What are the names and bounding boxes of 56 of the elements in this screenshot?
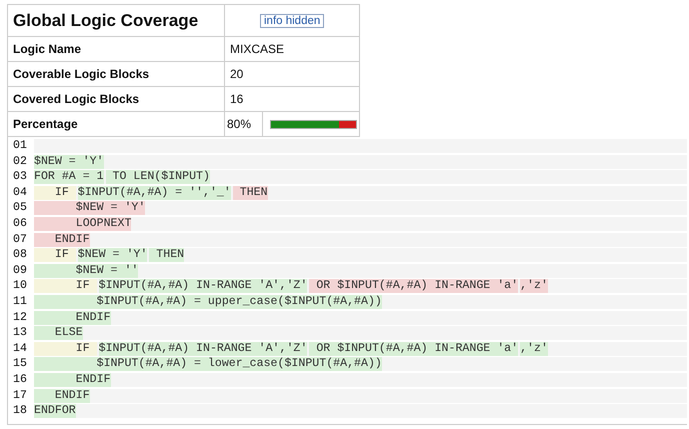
code-segment: $INPUT(#A,#A) = '','_' — [78, 186, 231, 200]
code-segment: IF — [34, 248, 76, 262]
info-button[interactable]: info hidden — [260, 14, 324, 28]
line-number: 02 — [13, 154, 28, 169]
code-segment: THEN — [149, 248, 184, 262]
field-value: 20 — [230, 67, 244, 81]
code-segment: $INPUT(#A,#A) = lower_case($INPUT(#A,#A)) — [34, 357, 382, 372]
code-segment: IF — [34, 279, 97, 294]
code-segment: ENDIF — [34, 232, 90, 247]
code-segment: LOOPNEXT — [34, 216, 132, 231]
code-segment: $NEW = 'Y' — [78, 248, 148, 262]
field-label: Covered Logic Blocks — [13, 92, 140, 106]
line-number: 01 — [13, 139, 28, 153]
line-number: 04 — [13, 186, 28, 200]
code-segment: ELSE — [34, 326, 83, 340]
code-segment: ENDIF — [34, 310, 111, 325]
code-segment: IF — [34, 186, 76, 200]
code-segment: $INPUT(#A,#A) = upper_case($INPUT(#A,#A)) — [34, 294, 382, 309]
code-segment: TO LEN($INPUT) — [106, 170, 210, 184]
field-label: Logic Name — [13, 42, 82, 56]
code-segment: ENDIF — [34, 388, 90, 402]
code-segment: FOR #A = 1 — [34, 170, 104, 184]
code-segment: $NEW = 'Y' — [34, 154, 104, 169]
line-number: 14 — [13, 342, 28, 356]
code-segment: OR $INPUT(#A,#A) IN-RANGE 'a' — [309, 342, 518, 356]
code-segment: ,'z' — [520, 342, 548, 356]
line-number: 15 — [13, 357, 28, 372]
line-number: 18 — [13, 404, 28, 418]
code-segment: ENDFOR — [34, 404, 76, 418]
code-segment: $INPUT(#A,#A) IN-RANGE 'A','Z' — [98, 342, 308, 356]
percentage-value: 80% — [227, 117, 252, 131]
line-number: 13 — [13, 326, 28, 340]
field-label: Coverable Logic Blocks — [13, 67, 150, 81]
code-segment: ENDIF — [34, 372, 111, 387]
report-title: Global Logic Coverage — [13, 10, 198, 30]
line-number: 08 — [13, 248, 28, 262]
line-number: 05 — [13, 201, 28, 216]
code-segment: THEN — [232, 186, 268, 200]
line-number: 10 — [13, 279, 28, 294]
code-segment: OR $INPUT(#A,#A) IN-RANGE 'a' — [309, 279, 518, 294]
line-number: 06 — [13, 216, 28, 231]
code-segment: IF — [34, 342, 97, 356]
field-value: MIXCASE — [230, 42, 284, 56]
field-label: Percentage — [13, 117, 78, 131]
line-number: 17 — [13, 388, 28, 402]
code-segment: $INPUT(#A,#A) IN-RANGE 'A','Z' — [98, 279, 308, 294]
line-number: 12 — [13, 310, 28, 325]
line-number: 16 — [13, 372, 28, 387]
field-value: 16 — [230, 92, 244, 106]
line-number: 09 — [13, 264, 28, 278]
code-segment: ,'z' — [520, 279, 548, 294]
code-segment: $NEW = '' — [34, 264, 138, 278]
line-number: 03 — [13, 170, 28, 184]
line-number: 11 — [13, 294, 28, 309]
line-number: 07 — [13, 232, 28, 247]
code-segment: $NEW = 'Y' — [34, 201, 146, 216]
